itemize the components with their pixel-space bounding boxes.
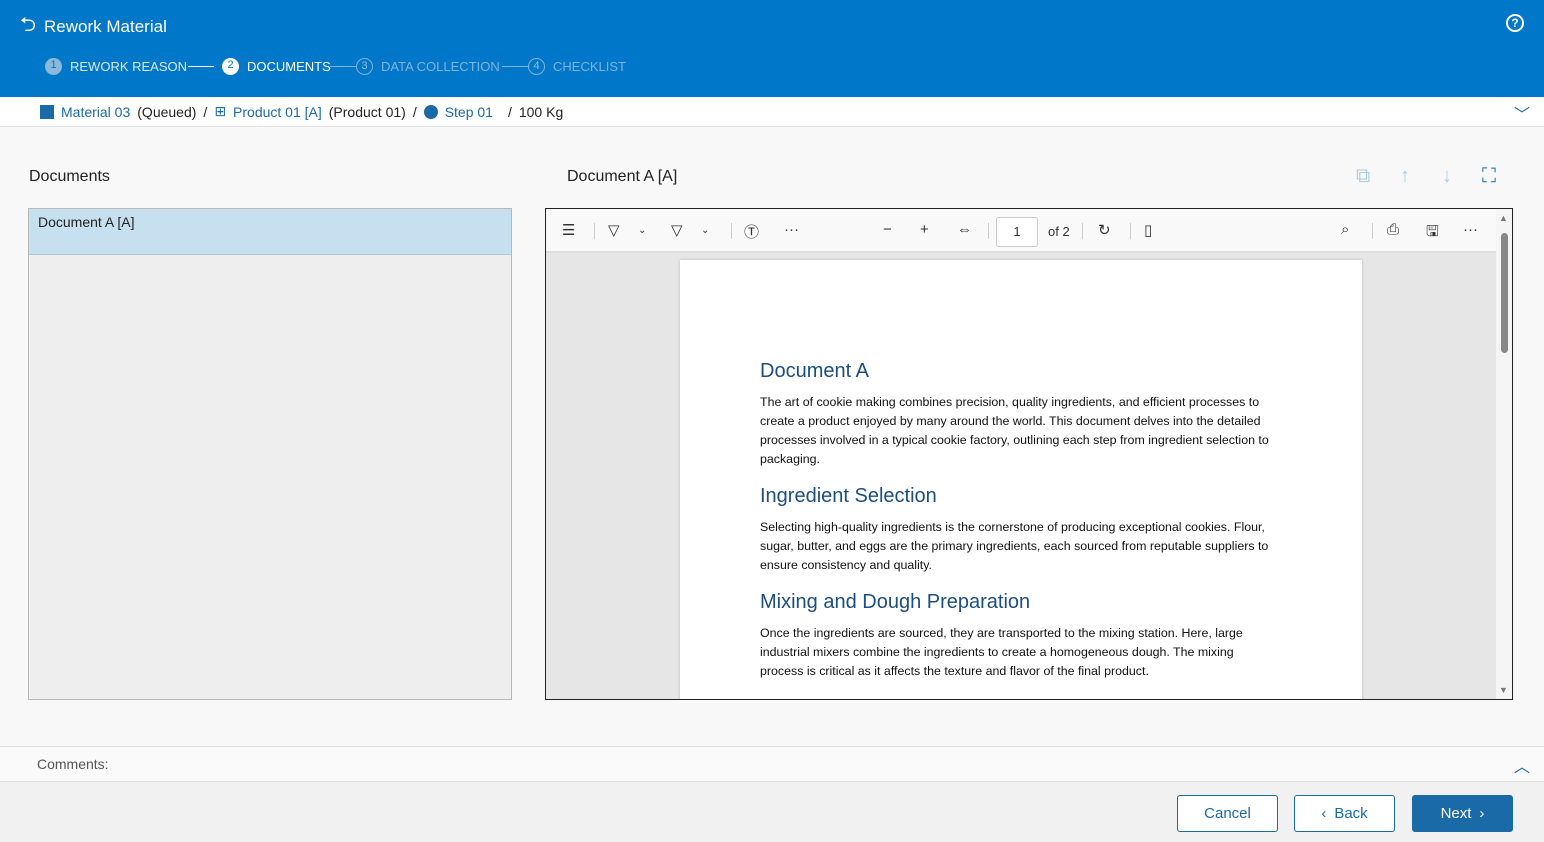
page-count: of 2: [1048, 224, 1070, 239]
step-link[interactable]: Step 01: [445, 104, 493, 120]
step-label: CHECKLIST: [553, 59, 626, 74]
product-icon: ⊞: [214, 103, 227, 119]
footer: Cancel ‹ Back Next ›: [0, 782, 1544, 842]
more-icon[interactable]: ···: [1463, 221, 1478, 238]
comments-label: Comments:: [37, 756, 109, 772]
section-text: Once the ingredients are sourced, they a…: [760, 626, 1243, 678]
step-connector: [330, 66, 356, 67]
chevron-left-icon: ‹: [1321, 805, 1327, 822]
cancel-button[interactable]: Cancel: [1177, 795, 1278, 832]
material-link[interactable]: Material 03: [61, 104, 130, 120]
chevron-down-icon[interactable]: ﹀: [1514, 101, 1530, 125]
header: ⮌ Rework Material ? 1 REWORK REASON 2 DO…: [0, 0, 1544, 97]
step-number: 4: [528, 58, 545, 75]
step-number: 2: [222, 58, 239, 75]
zoom-in-icon[interactable]: +: [920, 221, 929, 238]
page-number-input[interactable]: 1: [996, 217, 1038, 247]
more-icon[interactable]: ···: [784, 221, 799, 238]
product-name: (Product 01): [328, 103, 406, 120]
fullscreen-icon[interactable]: ⛶: [1482, 165, 1496, 188]
separator: /: [412, 103, 417, 120]
separator: /: [507, 103, 512, 120]
step-number: 3: [356, 58, 373, 75]
separator: /: [203, 103, 208, 120]
scroll-up-icon[interactable]: ▲: [1499, 213, 1508, 223]
page-view-icon[interactable]: ▯: [1144, 221, 1152, 239]
step-checklist[interactable]: 4 CHECKLIST: [502, 58, 626, 75]
scroll-down-icon[interactable]: ▼: [1499, 685, 1508, 695]
arrow-up-icon[interactable]: ↑: [1400, 165, 1410, 188]
back-button[interactable]: ‹ Back: [1294, 795, 1395, 832]
highlight-icon[interactable]: ▽: [608, 221, 620, 239]
zoom-out-icon[interactable]: −: [883, 221, 892, 238]
viewer-title: Document A [A]: [567, 168, 678, 185]
search-icon[interactable]: ⌕: [1341, 221, 1349, 238]
pdf-toolbar: ☰ ▽ ⌄ ▽ ⌄ Ⓣ ··· − + ⇔ 1 of 2 ↻ ▯ ⌕ ⎙ 🖫 ·…: [546, 209, 1496, 253]
step-rework-reason[interactable]: 1 REWORK REASON: [45, 58, 187, 75]
chevron-up-icon[interactable]: ︿: [1514, 753, 1530, 777]
page-title: Rework Material: [44, 17, 167, 36]
text-icon[interactable]: Ⓣ: [744, 221, 759, 242]
chevron-right-icon: ›: [1479, 805, 1485, 822]
product-link[interactable]: Product 01 [A]: [233, 104, 322, 120]
chevron-down-icon[interactable]: ⌄: [638, 225, 646, 236]
section-heading: Ingredient Selection: [760, 485, 937, 507]
material-state: (Queued): [137, 103, 197, 120]
section-heading: Mixing and Dough Preparation: [760, 591, 1031, 613]
open-external-icon[interactable]: ⧉: [1356, 165, 1370, 188]
next-button[interactable]: Next ›: [1412, 795, 1513, 832]
step-number: 1: [45, 58, 62, 75]
documents-list: Document A [A]: [28, 208, 512, 700]
chevron-down-icon[interactable]: ⌄: [701, 225, 709, 236]
section-heading: Document A: [760, 360, 869, 382]
step-label: DOCUMENTS: [247, 59, 331, 74]
help-icon[interactable]: ?: [1506, 14, 1524, 32]
comments-bar[interactable]: Comments: ︿: [0, 746, 1544, 782]
scrollbar[interactable]: ▲ ▼: [1496, 209, 1512, 699]
arrow-down-icon[interactable]: ↓: [1442, 165, 1452, 188]
print-icon[interactable]: ⎙: [1387, 221, 1399, 238]
step-data-collection[interactable]: 3 DATA COLLECTION: [330, 58, 500, 75]
title-bar: ⮌ Rework Material: [20, 10, 167, 44]
cancel-label: Cancel: [1204, 805, 1251, 822]
contents-icon[interactable]: ☰: [562, 221, 575, 239]
breadcrumb: Material 03 (Queued) / ⊞ Product 01 [A] …: [0, 97, 1544, 127]
next-label: Next: [1440, 805, 1472, 822]
step-connector: [502, 66, 528, 67]
back-arrow-icon[interactable]: ⮌: [20, 10, 36, 44]
draw-icon[interactable]: ▽: [671, 221, 683, 239]
save-icon[interactable]: 🖫: [1426, 221, 1439, 246]
quantity: 100 Kg: [518, 103, 564, 120]
step-icon: [423, 104, 438, 119]
section-text: Selecting high-quality ingredients is th…: [760, 520, 1269, 572]
pdf-page: Document A The art of cookie making comb…: [680, 260, 1362, 699]
step-connector: [188, 66, 214, 67]
step-documents[interactable]: 2 DOCUMENTS: [188, 58, 331, 75]
scrollbar-thumb[interactable]: [1501, 233, 1508, 353]
section-text: The art of cookie making combines precis…: [760, 395, 1269, 466]
step-label: REWORK REASON: [70, 59, 188, 74]
list-item[interactable]: Document A [A]: [29, 209, 511, 255]
fit-width-icon[interactable]: ⇔: [957, 221, 972, 238]
step-label: DATA COLLECTION: [381, 59, 500, 74]
back-label: Back: [1334, 805, 1368, 822]
pdf-viewer: ☰ ▽ ⌄ ▽ ⌄ Ⓣ ··· − + ⇔ 1 of 2 ↻ ▯ ⌕ ⎙ 🖫 ·…: [545, 208, 1513, 700]
rotate-icon[interactable]: ↻: [1098, 221, 1111, 239]
documents-heading: Documents: [29, 168, 110, 185]
material-icon: [40, 104, 54, 119]
